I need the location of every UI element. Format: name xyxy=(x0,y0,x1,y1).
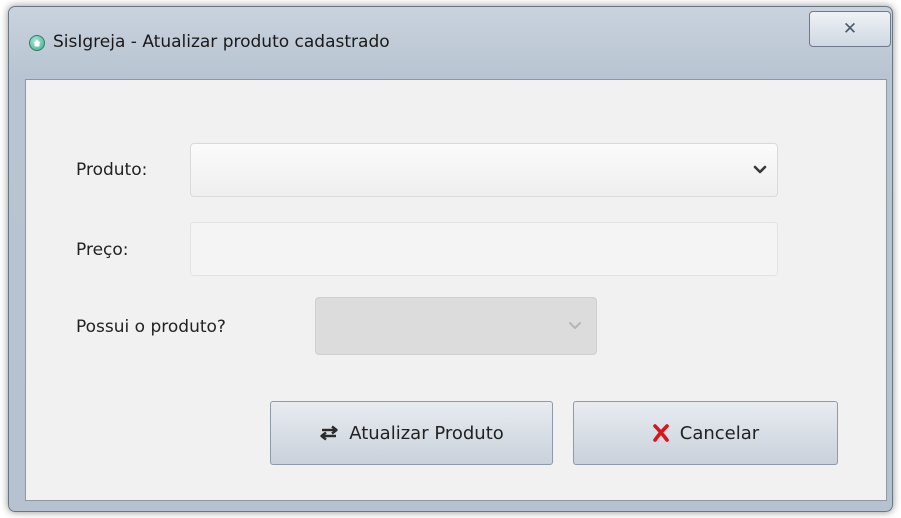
preco-input[interactable] xyxy=(190,222,778,276)
red-x-icon xyxy=(652,424,669,442)
close-icon: ✕ xyxy=(842,19,858,39)
swap-arrows-icon xyxy=(320,425,338,441)
atualizar-produto-button[interactable]: Atualizar Produto xyxy=(270,401,553,465)
church-icon xyxy=(29,35,45,51)
cancelar-label: Cancelar xyxy=(679,422,760,444)
dialog-window: SisIgreja - Atualizar produto cadastrado… xyxy=(8,6,893,512)
form-panel: Produto: Preço: Possui o produto? Atuali… xyxy=(25,79,887,501)
preco-label: Preço: xyxy=(76,240,129,260)
close-button[interactable]: ✕ xyxy=(809,11,891,47)
chevron-down-icon[interactable] xyxy=(753,165,767,175)
cancelar-button[interactable]: Cancelar xyxy=(573,401,838,465)
possui-combobox[interactable] xyxy=(315,297,597,355)
chevron-down-icon[interactable] xyxy=(568,321,582,331)
produto-label: Produto: xyxy=(76,160,148,180)
window-title: SisIgreja - Atualizar produto cadastrado xyxy=(53,32,390,52)
possui-label: Possui o produto? xyxy=(76,317,226,337)
produto-combobox[interactable] xyxy=(190,143,778,197)
title-bar[interactable]: SisIgreja - Atualizar produto cadastrado… xyxy=(9,7,892,79)
atualizar-produto-label: Atualizar Produto xyxy=(349,422,504,444)
